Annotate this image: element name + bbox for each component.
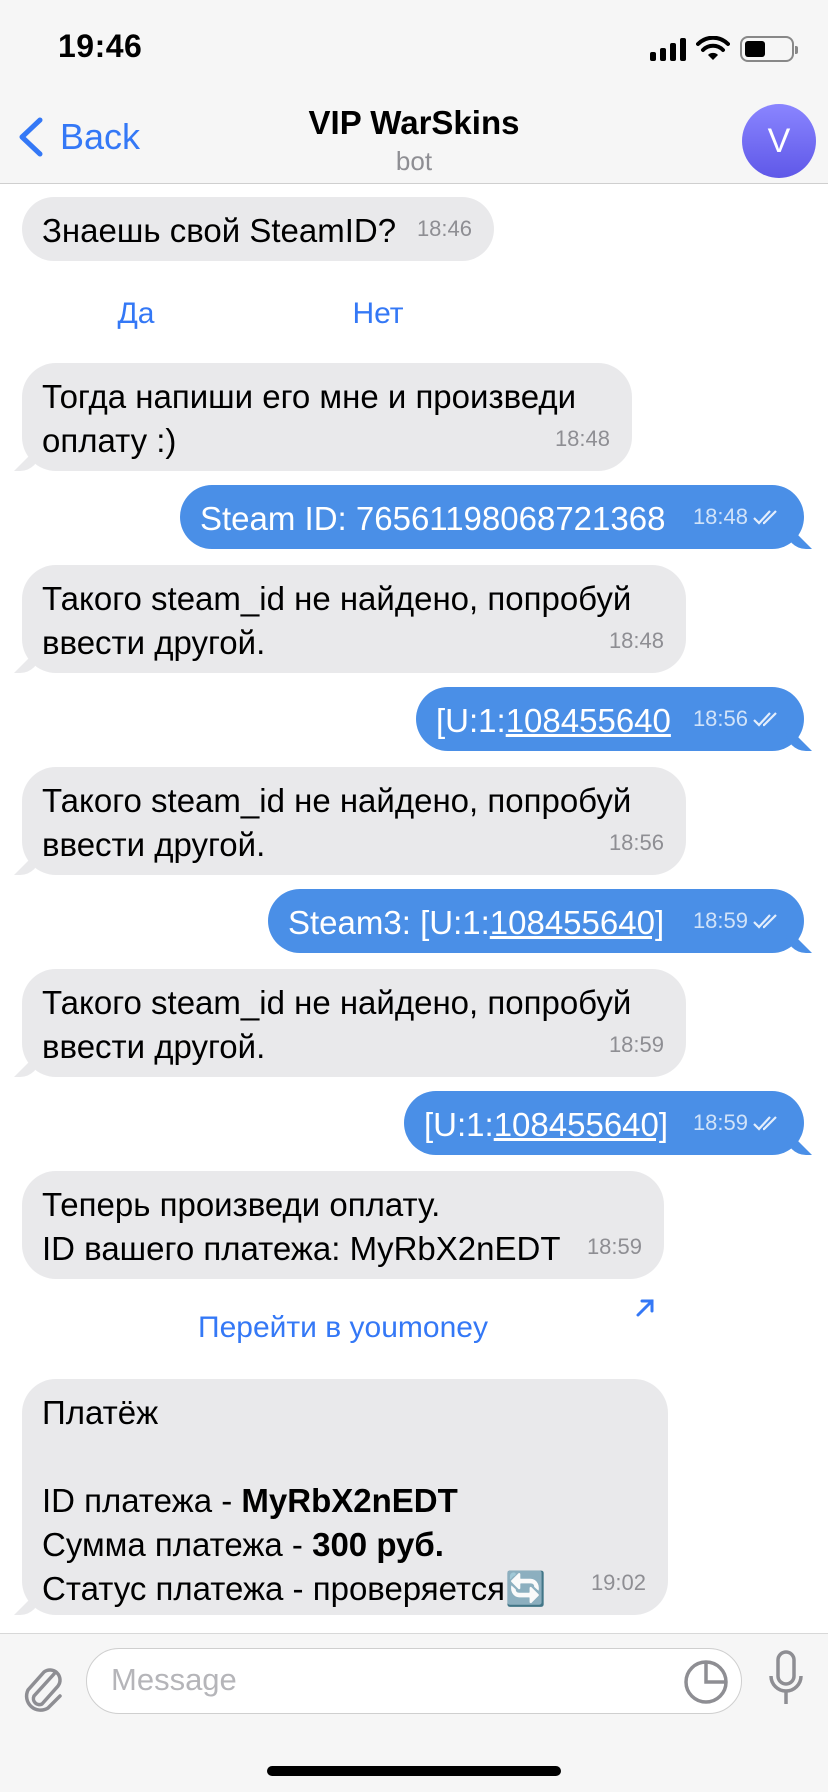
message-time: 18:56 <box>693 697 782 741</box>
incoming-message: Такого steam_id не найдено, попробуй вве… <box>22 969 686 1077</box>
signal-icon <box>650 37 686 61</box>
status-icons <box>650 36 798 62</box>
message-line: Такого steam_id не найдено, попробуй <box>42 580 632 617</box>
incoming-message: Такого steam_id не найдено, попробуй вве… <box>22 767 686 875</box>
incoming-message: Платёж ID платежа - MyRbX2nEDT Сумма пла… <box>22 1379 668 1615</box>
incoming-message: Знаешь свой SteamID? 18:46 <box>22 197 494 261</box>
double-check-icon <box>753 914 777 929</box>
yes-button[interactable]: Да <box>36 297 236 341</box>
message-time: 18:48 <box>693 495 782 539</box>
status-bar: 19:46 <box>0 0 828 92</box>
message-time-value: 18:48 <box>692 504 748 529</box>
message-link[interactable]: 108455640] <box>494 1106 668 1143</box>
message-text: [U:1: <box>424 1106 494 1143</box>
message-time: 18:59 <box>586 1234 642 1259</box>
payment-status-line: Статус платежа - проверяется🔄 <box>42 1567 648 1611</box>
outgoing-message: Steam ID: 76561198068721368 18:48 <box>180 485 804 549</box>
refresh-emoji-icon: 🔄 <box>505 1570 547 1607</box>
message-line: оплату :) <box>42 422 177 459</box>
external-link-arrow-icon <box>636 1299 654 1317</box>
incoming-message: Тогда напиши его мне и произведи оплату … <box>22 363 632 471</box>
message-text: Steam ID: 76561198068721368 <box>200 500 666 537</box>
double-check-icon <box>753 510 777 525</box>
avatar[interactable]: V <box>742 104 816 178</box>
message-time: 18:59 <box>693 1101 782 1145</box>
double-check-icon <box>753 1116 777 1131</box>
message-line: ввести другой. <box>42 826 266 863</box>
payment-sum-label: Сумма платежа - <box>42 1526 313 1563</box>
outgoing-message: Steam3: [U:1:108455640] 18:59 <box>268 889 804 953</box>
payment-id-value: MyRbX2nEDT <box>241 1482 458 1519</box>
message-link[interactable]: 108455640] <box>490 904 664 941</box>
outgoing-message: [U:1:108455640 18:56 <box>416 687 804 751</box>
payment-sum-line: Сумма платежа - 300 руб. <box>42 1523 648 1567</box>
payment-status-text: Статус платежа - проверяется <box>42 1570 506 1607</box>
microphone-icon[interactable] <box>768 1650 804 1708</box>
payment-title: Платёж <box>42 1394 159 1431</box>
wifi-icon <box>696 36 730 60</box>
message-line: Такого steam_id не найдено, попробуй <box>42 984 632 1021</box>
message-line: Тогда напиши его мне и произведи <box>42 378 577 415</box>
message-time-value: 18:56 <box>692 706 748 731</box>
incoming-message: Такого steam_id не найдено, попробуй вве… <box>22 565 686 673</box>
incoming-message: Теперь произведи оплату. ID вашего плате… <box>22 1171 664 1279</box>
outgoing-message: [U:1:108455640] 18:59 <box>404 1091 804 1155</box>
status-time: 19:46 <box>58 28 143 64</box>
message-time: 18:48 <box>554 426 610 451</box>
chat-area[interactable]: Today Знаешь свой SteamID? 18:46 Да Нет … <box>0 185 828 1633</box>
sticker-icon[interactable] <box>683 1659 729 1705</box>
message-time: 18:48 <box>608 628 664 653</box>
nav-bar: Back VIP WarSkins bot V <box>0 92 828 184</box>
message-line: Теперь произведи оплату. <box>42 1186 441 1223</box>
message-time: 18:59 <box>693 899 782 943</box>
battery-icon <box>740 36 798 62</box>
message-link[interactable]: 108455640 <box>506 702 671 739</box>
chat-subtitle: bot <box>395 146 433 176</box>
payment-id-label: ID платежа - <box>42 1482 242 1519</box>
message-time-value: 18:59 <box>692 908 748 933</box>
message-time: 18:56 <box>608 830 664 855</box>
message-line: ввести другой. <box>42 1028 266 1065</box>
message-time: 18:46 <box>416 216 472 241</box>
payment-id-line: ID платежа - MyRbX2nEDT <box>42 1479 648 1523</box>
message-line: Такого steam_id не найдено, попробуй <box>42 782 632 819</box>
message-time: 18:59 <box>608 1032 664 1057</box>
message-line: ввести другой. <box>42 624 266 661</box>
no-button[interactable]: Нет <box>278 297 478 341</box>
message-time-value: 18:59 <box>692 1110 748 1135</box>
message-placeholder: Message <box>111 1662 237 1697</box>
message-line: ID вашего платежа: MyRbX2nEDT <box>42 1230 561 1267</box>
message-text: Знаешь свой SteamID? <box>42 212 397 249</box>
message-input[interactable]: Message <box>86 1648 742 1714</box>
message-text: Steam3: [U:1: <box>288 904 490 941</box>
message-time: 19:02 <box>590 1570 646 1595</box>
double-check-icon <box>753 712 777 727</box>
paperclip-icon[interactable] <box>18 1660 66 1716</box>
payment-sum-value: 300 руб. <box>312 1526 444 1563</box>
message-text: [U:1: <box>436 702 506 739</box>
home-indicator <box>267 1766 561 1776</box>
chat-title[interactable]: VIP WarSkins <box>0 104 828 142</box>
youmoney-link-button[interactable]: Перейти в youmoney <box>22 1311 664 1355</box>
